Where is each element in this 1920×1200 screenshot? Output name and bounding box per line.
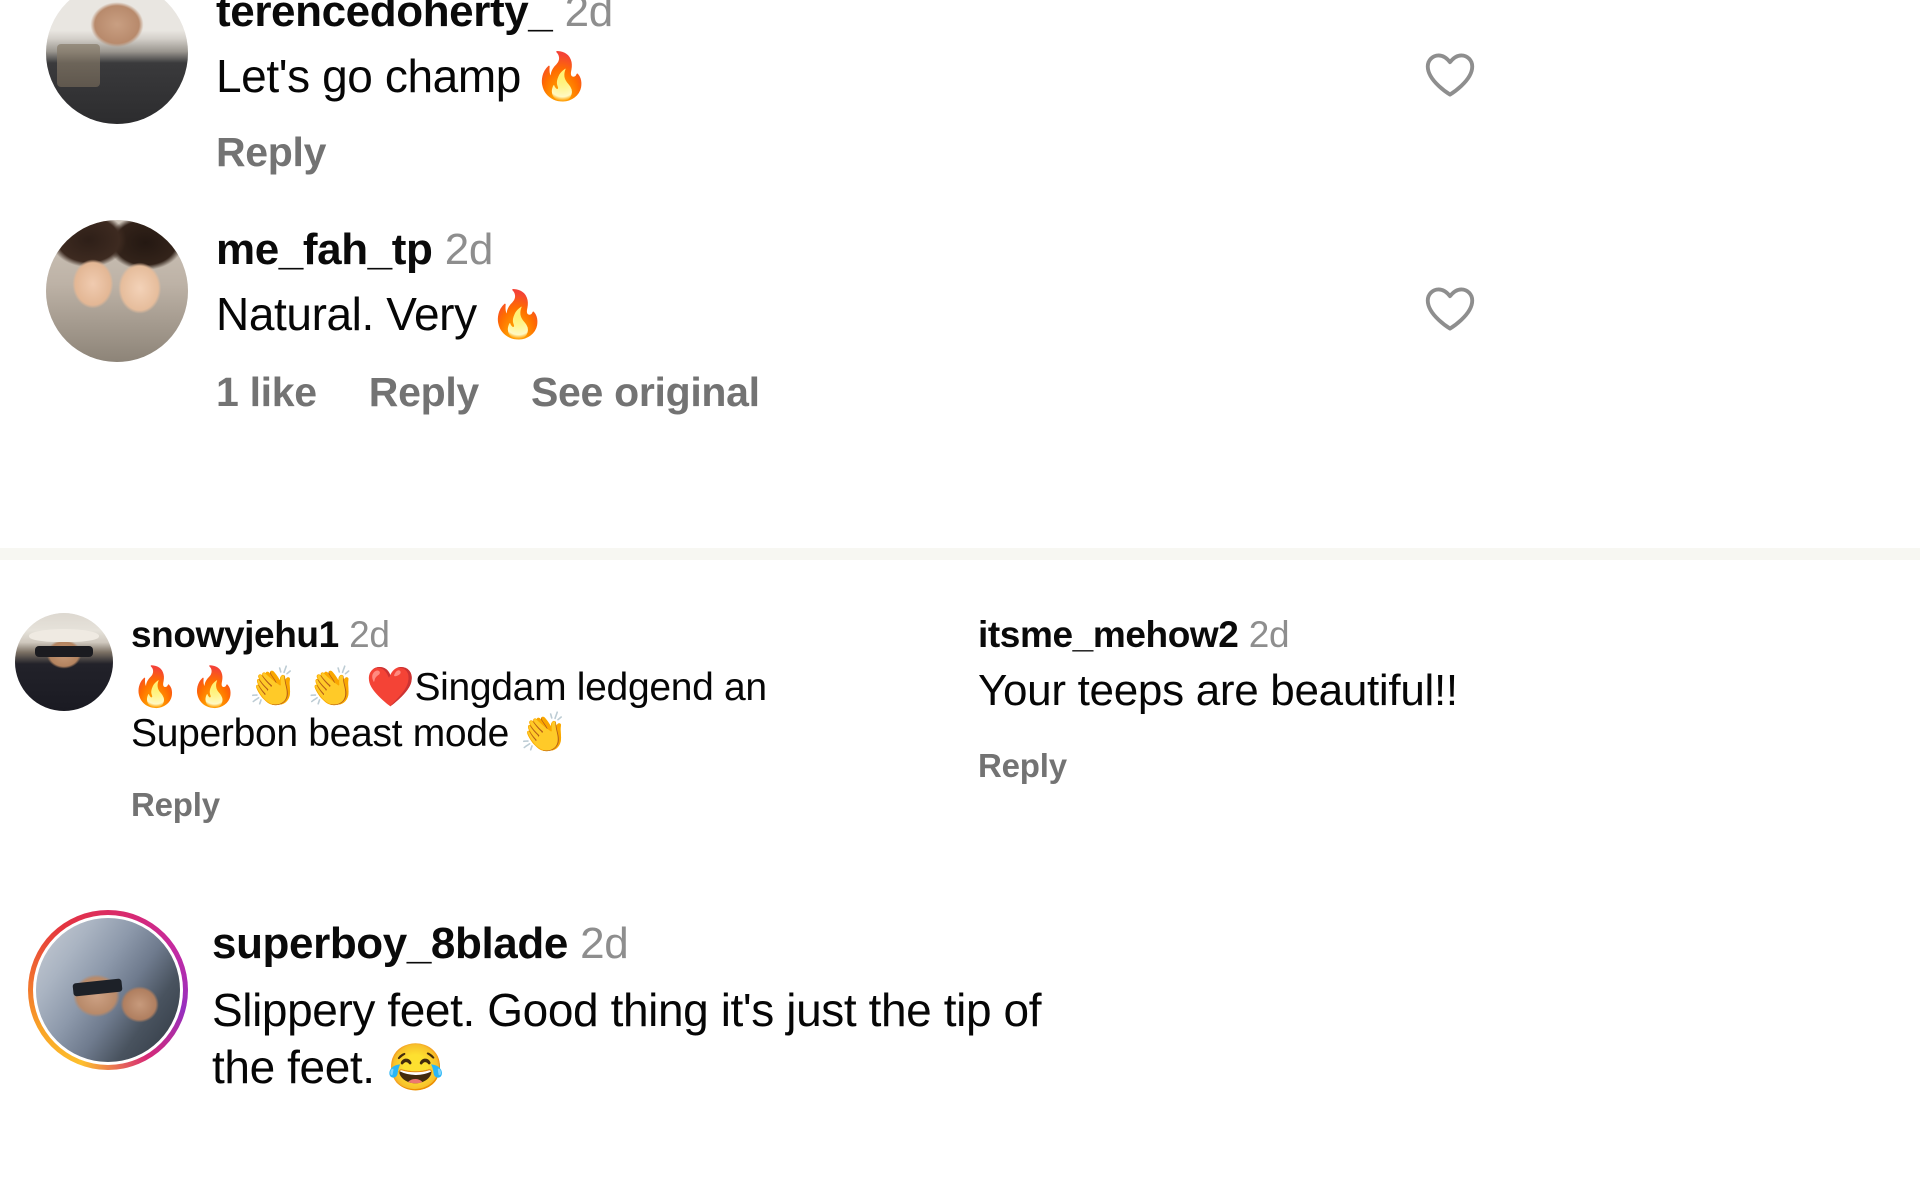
reply-button[interactable]: Reply [978, 747, 1458, 785]
instagram-comments-screen: terencedoherty_ 2d Let's go champ 🔥 Repl… [0, 0, 1920, 1200]
username[interactable]: me_fah_tp [216, 225, 433, 274]
avatar-image [46, 0, 188, 124]
avatar[interactable] [46, 0, 188, 124]
timestamp: 2d [349, 614, 390, 655]
comment-terencedoherty[interactable]: terencedoherty_ 2d Let's go champ 🔥 Repl… [46, 0, 1346, 176]
comment-text: Natural. Very 🔥 [216, 287, 546, 340]
comment-text-line-2: the feet. 😂 [212, 1040, 444, 1093]
comment-text: Your teeps are beautiful!! [978, 665, 1458, 715]
see-original-button[interactable]: See original [531, 369, 760, 416]
comments-section-top: terencedoherty_ 2d Let's go champ 🔥 Repl… [0, 0, 1920, 548]
avatar[interactable] [36, 918, 180, 1062]
like-button-mefahtp[interactable] [1421, 279, 1479, 337]
timestamp: 2d [444, 225, 494, 274]
reply-button[interactable]: Reply [131, 786, 767, 824]
avatar-image [15, 613, 113, 711]
avatar[interactable] [15, 613, 113, 711]
like-count[interactable]: 1 like [216, 369, 317, 416]
comment-text-line-1: 🔥 🔥 👏 👏 ❤️Singdam ledgend an [131, 665, 767, 709]
reply-button[interactable]: Reply [216, 129, 326, 176]
comment-actions: 1 like Reply See original [216, 369, 760, 416]
comment-header: snowyjehu1 2d [131, 613, 767, 657]
comment-text-line-1: Slippery feet. Good thing it's just the … [212, 983, 1042, 1036]
comment-text-line-2: Superbon beast mode 👏 [131, 712, 568, 756]
comment-header: me_fah_tp 2d [216, 224, 760, 276]
username[interactable]: snowyjehu1 [131, 614, 339, 655]
reply-button[interactable]: Reply [369, 369, 479, 416]
comment-header: superboy_8blade 2d [212, 918, 1041, 970]
comments-section-bottom: snowyjehu1 2d 🔥 🔥 👏 👏 ❤️Singdam ledgend … [0, 560, 1920, 1200]
avatar-image [46, 220, 188, 362]
comment-header: terencedoherty_ 2d [216, 0, 613, 38]
heart-icon[interactable] [1421, 279, 1479, 337]
comment-superboy8blade[interactable]: superboy_8blade 2d Slippery feet. Good t… [28, 910, 1378, 1096]
username[interactable]: superboy_8blade [212, 919, 568, 968]
like-button-terencedoherty[interactable] [1421, 45, 1479, 103]
story-ring[interactable] [28, 910, 188, 1070]
username[interactable]: itsme_mehow2 [978, 614, 1239, 655]
timestamp: 2d [580, 919, 629, 968]
section-divider [0, 548, 1920, 560]
heart-icon[interactable] [1421, 45, 1479, 103]
comment-snowyjehu1[interactable]: snowyjehu1 2d 🔥 🔥 👏 👏 ❤️Singdam ledgend … [15, 613, 845, 824]
username[interactable]: terencedoherty_ [216, 0, 553, 36]
timestamp: 2d [564, 0, 614, 36]
timestamp: 2d [1248, 614, 1290, 655]
comment-header: itsme_mehow2 2d [978, 613, 1458, 657]
story-ring-inner [33, 915, 183, 1065]
avatar[interactable] [46, 220, 188, 362]
comment-itsmemehow2[interactable]: itsme_mehow2 2d Your teeps are beautiful… [978, 613, 1838, 785]
avatar-image [36, 918, 180, 1062]
comment-mefahtp[interactable]: me_fah_tp 2d Natural. Very 🔥 1 like Repl… [46, 220, 1346, 416]
comment-text: Let's go champ 🔥 [216, 49, 591, 102]
comment-actions: Reply [216, 129, 613, 176]
